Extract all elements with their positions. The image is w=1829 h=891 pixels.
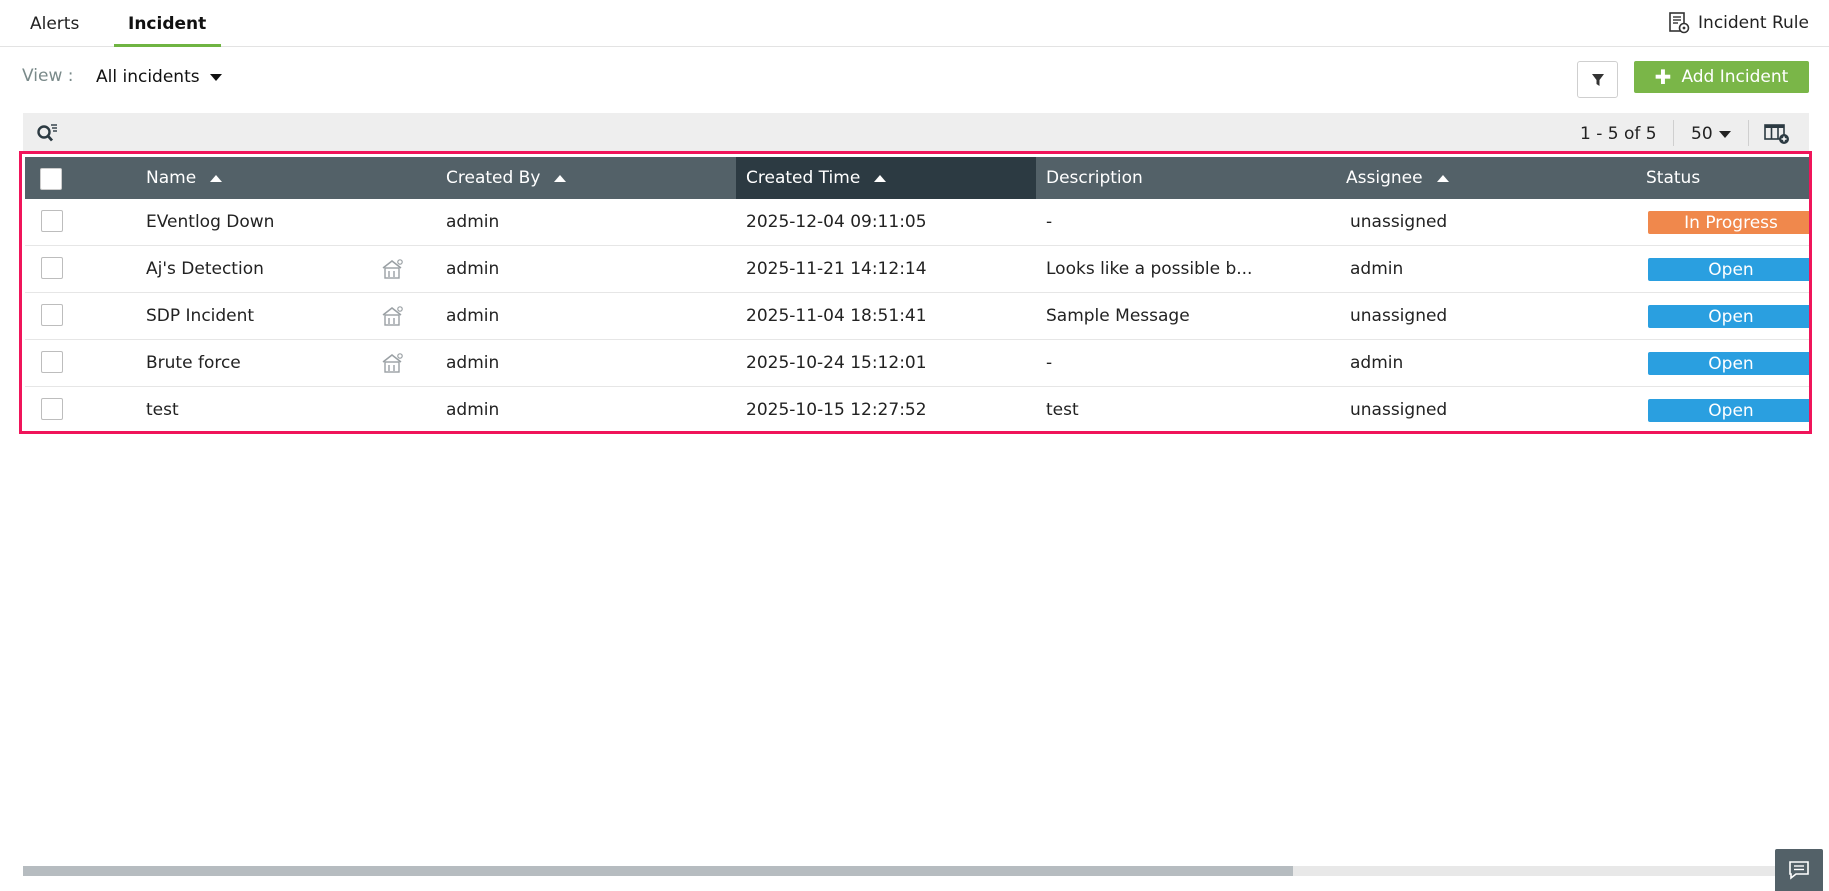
- row-checkbox[interactable]: [41, 257, 63, 279]
- chevron-down-icon: [1718, 130, 1731, 138]
- column-header-label: Name: [146, 168, 197, 188]
- column-header-label: Assignee: [1346, 168, 1423, 188]
- column-header-assignee[interactable]: Assignee: [1346, 157, 1449, 199]
- created-time: 2025-10-24 15:12:01: [746, 353, 927, 373]
- plus-icon: ✚: [1654, 65, 1672, 89]
- row-checkbox[interactable]: [41, 398, 63, 420]
- description: test: [1046, 400, 1079, 420]
- sort-asc-icon: [210, 174, 223, 182]
- feedback-chat-button[interactable]: [1775, 849, 1823, 891]
- view-dropdown[interactable]: All incidents: [96, 67, 222, 87]
- tab-incident[interactable]: Incident: [128, 14, 206, 34]
- created-time: 2025-11-21 14:12:14: [746, 259, 927, 279]
- created-by: admin: [446, 400, 500, 420]
- tab-alerts[interactable]: Alerts: [30, 14, 79, 34]
- select-all-checkbox[interactable]: [40, 168, 62, 190]
- table-row[interactable]: EVentlog Down admin 2025-12-04 09:11:05 …: [25, 199, 1809, 246]
- description: Looks like a possible b...: [1046, 259, 1253, 279]
- ticket-link-icon[interactable]: [380, 352, 404, 378]
- column-chooser-button[interactable]: [1764, 123, 1790, 149]
- status-badge[interactable]: Open: [1648, 399, 1809, 422]
- incident-rule-label: Incident Rule: [1698, 13, 1809, 33]
- column-header-label: Created Time: [746, 168, 861, 188]
- ticket-link-icon[interactable]: [380, 258, 404, 284]
- status-badge[interactable]: Open: [1648, 352, 1809, 375]
- column-header-name[interactable]: Name: [146, 157, 223, 199]
- incident-rule-icon: [1669, 12, 1690, 34]
- status-badge[interactable]: Open: [1648, 305, 1809, 328]
- sort-asc-icon: [1436, 174, 1449, 182]
- scrollbar-thumb[interactable]: [23, 866, 1293, 876]
- incident-name[interactable]: Aj's Detection: [146, 246, 264, 292]
- status-badge[interactable]: Open: [1648, 258, 1809, 281]
- created-time: 2025-10-15 12:27:52: [746, 400, 927, 420]
- table-header: Name Created By Created Time Description…: [25, 157, 1809, 199]
- column-header-label: Status: [1646, 168, 1701, 188]
- toolbar-divider: [1673, 120, 1674, 146]
- created-by: admin: [446, 353, 500, 373]
- incident-name[interactable]: test: [146, 387, 179, 431]
- column-header-description[interactable]: Description: [1046, 157, 1143, 199]
- assignee: unassigned: [1350, 400, 1448, 420]
- table-row[interactable]: SDP Incident admin 2025-11-04 18:51:41 S…: [25, 293, 1809, 340]
- top-tab-bar: Alerts Incident Incident Rule: [0, 0, 1829, 47]
- row-checkbox[interactable]: [41, 351, 63, 373]
- incident-table: Name Created By Created Time Description…: [19, 151, 1812, 434]
- view-selected-value: All incidents: [96, 67, 200, 87]
- status-badge[interactable]: In Progress: [1648, 211, 1809, 234]
- description: -: [1046, 353, 1053, 373]
- assignee: admin: [1350, 353, 1404, 373]
- column-chooser-icon: [1764, 124, 1789, 144]
- row-checkbox[interactable]: [41, 210, 63, 232]
- table-row[interactable]: Brute force admin 2025-10-24 15:12:01 - …: [25, 340, 1809, 387]
- chevron-down-icon: [209, 73, 222, 81]
- active-tab-indicator: [114, 44, 221, 47]
- row-checkbox[interactable]: [41, 304, 63, 326]
- filter-icon: [1591, 73, 1604, 86]
- column-header-created-time[interactable]: Created Time: [736, 157, 1036, 199]
- pagination-info: 1 - 5 of 5: [1580, 124, 1657, 144]
- assignee: unassigned: [1350, 306, 1448, 326]
- incident-name[interactable]: EVentlog Down: [146, 199, 274, 245]
- filter-button[interactable]: [1577, 61, 1618, 98]
- column-header-label: Description: [1046, 168, 1143, 188]
- add-incident-label: Add Incident: [1681, 67, 1789, 87]
- table-toolbar: 1 - 5 of 5 50: [23, 113, 1809, 153]
- page-size-dropdown[interactable]: 50: [1691, 124, 1731, 144]
- assignee: admin: [1350, 259, 1404, 279]
- page-size-value: 50: [1691, 124, 1713, 144]
- add-incident-button[interactable]: ✚ Add Incident: [1634, 61, 1809, 93]
- incident-name[interactable]: Brute force: [146, 340, 241, 386]
- incident-name[interactable]: SDP Incident: [146, 293, 254, 339]
- search-icon: [37, 124, 57, 142]
- incident-rule-link[interactable]: Incident Rule: [1668, 12, 1809, 34]
- table-row[interactable]: test admin 2025-10-15 12:27:52 test unas…: [25, 387, 1809, 431]
- created-time: 2025-12-04 09:11:05: [746, 212, 927, 232]
- created-by: admin: [446, 259, 500, 279]
- description: -: [1046, 212, 1053, 232]
- column-header-label: Created By: [446, 168, 541, 188]
- created-time: 2025-11-04 18:51:41: [746, 306, 927, 326]
- chat-icon: [1789, 861, 1809, 880]
- created-by: admin: [446, 306, 500, 326]
- column-header-created-by[interactable]: Created By: [446, 157, 567, 199]
- horizontal-scrollbar[interactable]: [23, 866, 1791, 876]
- toolbar-divider: [1748, 120, 1749, 146]
- search-button[interactable]: [36, 123, 58, 147]
- table-row[interactable]: Aj's Detection admin 2025-11-21 14:12:14…: [25, 246, 1809, 293]
- sort-asc-icon: [874, 174, 887, 182]
- assignee: unassigned: [1350, 212, 1448, 232]
- description: Sample Message: [1046, 306, 1190, 326]
- view-label: View :: [22, 66, 74, 86]
- ticket-link-icon[interactable]: [380, 305, 404, 331]
- sort-asc-icon: [554, 174, 567, 182]
- created-by: admin: [446, 212, 500, 232]
- column-header-status[interactable]: Status: [1646, 157, 1700, 199]
